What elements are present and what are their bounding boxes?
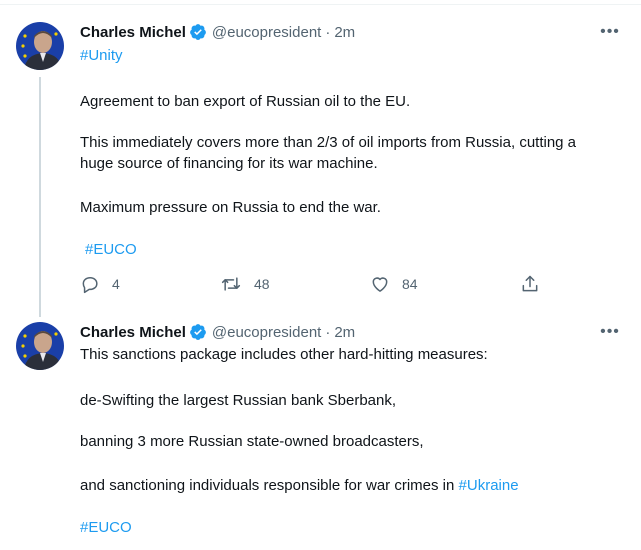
retweet-count: 48 [254, 276, 270, 292]
share-icon [520, 274, 540, 294]
separator-dot: · [325, 23, 331, 41]
tweet-text-span: and sanctioning individuals responsible … [80, 477, 459, 494]
verified-badge-icon [189, 323, 207, 341]
divider [0, 4, 641, 5]
tweet-text-line: This immediately covers more than 2/3 of… [80, 134, 577, 151]
tweet-actions: 4 48 84 [80, 274, 550, 296]
like-icon [370, 274, 390, 294]
hashtag-link[interactable]: #Ukraine [459, 477, 519, 494]
hashtag-link[interactable]: #EUCO [80, 518, 132, 538]
tweet-header: Charles Michel @eucopresident · 2m [80, 21, 355, 43]
tweet-text-line: Maximum pressure on Russia to end the wa… [80, 199, 381, 216]
like-button[interactable]: 84 [370, 274, 418, 294]
tweet-text-line: banning 3 more Russian state-owned broad… [80, 433, 424, 450]
avatar[interactable] [16, 22, 64, 70]
retweet-button[interactable]: 48 [220, 274, 270, 294]
author-handle[interactable]: @eucopresident [212, 24, 321, 41]
tweet-text-line: and sanctioning individuals responsible … [80, 476, 519, 496]
retweet-icon [220, 274, 242, 294]
thread-connector-line [39, 77, 41, 317]
reply-count: 4 [112, 276, 120, 292]
hashtag-link[interactable]: #EUCO [85, 240, 137, 260]
reply-button[interactable]: 4 [80, 274, 120, 294]
author-name[interactable]: Charles Michel [80, 24, 186, 41]
tweet-header: Charles Michel @eucopresident · 2m [80, 321, 355, 343]
reply-icon [80, 274, 100, 294]
share-button[interactable] [520, 274, 540, 294]
avatar[interactable] [16, 322, 64, 370]
separator-dot: · [325, 323, 331, 341]
timestamp[interactable]: 2m [334, 24, 355, 41]
tweet-text-line: de-Swifting the largest Russian bank Sbe… [80, 392, 397, 409]
tweet-text-line: huge source of financing for its war mac… [80, 155, 378, 172]
more-icon[interactable]: ••• [599, 21, 621, 43]
tweet-text-line: This sanctions package includes other ha… [80, 346, 488, 363]
author-name[interactable]: Charles Michel [80, 324, 186, 341]
timestamp[interactable]: 2m [334, 324, 355, 341]
tweet-text-line: Agreement to ban export of Russian oil t… [80, 93, 411, 110]
like-count: 84 [402, 276, 418, 292]
author-handle[interactable]: @eucopresident [212, 324, 321, 341]
verified-badge-icon [189, 23, 207, 41]
tweet-thread: Charles Michel @eucopresident · 2m ••• #… [0, 0, 641, 550]
hashtag-link[interactable]: #Unity [80, 46, 123, 66]
more-icon[interactable]: ••• [599, 321, 621, 343]
